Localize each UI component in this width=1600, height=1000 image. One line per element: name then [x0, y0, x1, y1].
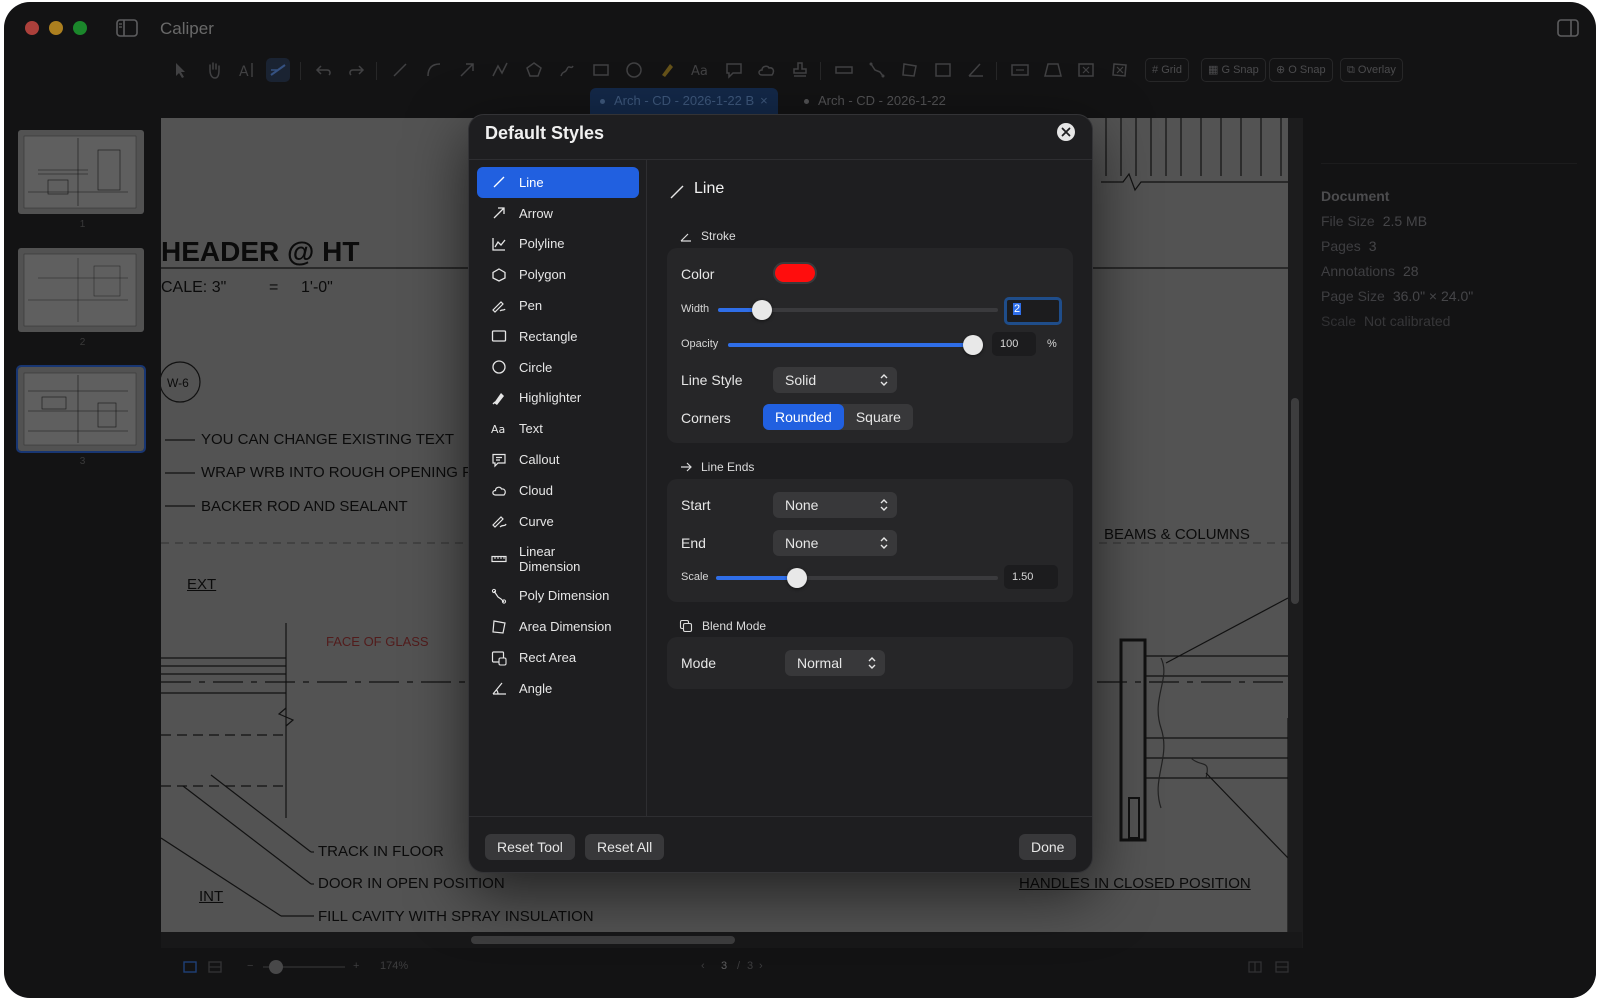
reset-tool-button[interactable]: Reset Tool [485, 834, 575, 860]
corners-label: Corners [681, 410, 731, 426]
tool-item-callout[interactable]: Callout [477, 444, 639, 475]
width-label: Width [681, 303, 710, 315]
tool-item-pen[interactable]: Pen [477, 290, 639, 321]
blend-mode-select[interactable]: Normal [785, 650, 885, 676]
linear-dimension-icon [491, 555, 507, 562]
pen-icon [492, 300, 506, 313]
close-icon [1061, 127, 1071, 137]
scale-slider[interactable] [716, 568, 998, 588]
line-style-label: Line Style [681, 372, 743, 388]
polyline-icon [492, 237, 506, 251]
width-slider-knob[interactable] [751, 300, 772, 320]
scale-label: Scale [681, 571, 709, 583]
tool-item-area-dimension[interactable]: Area Dimension [477, 611, 639, 642]
color-label: Color [681, 266, 715, 282]
arrow-right-icon [681, 462, 692, 472]
scale-slider-fill [716, 576, 797, 580]
stroke-icon [680, 233, 691, 242]
circle-icon [492, 360, 506, 374]
dialog-close-button[interactable] [1057, 123, 1075, 141]
opacity-field[interactable]: 100 [992, 332, 1036, 356]
tool-item-curve[interactable]: Curve [477, 506, 639, 537]
opacity-label: Opacity [681, 338, 719, 350]
chevron-updown-icon [868, 657, 876, 669]
color-well[interactable] [773, 262, 817, 284]
opacity-slider[interactable] [728, 335, 983, 355]
tool-item-polygon[interactable]: Polygon [477, 259, 639, 290]
end-label: End [681, 535, 706, 551]
line-icon [670, 185, 684, 199]
rectangle-icon [491, 330, 507, 343]
stroke-section: Color Width 2 Opacity 100 % Line Style S… [667, 248, 1073, 443]
tool-item-angle[interactable]: Angle [477, 673, 639, 704]
end-select[interactable]: None [773, 530, 897, 556]
chevron-updown-icon [880, 537, 888, 549]
width-field[interactable]: 2 [1004, 297, 1062, 325]
tool-item-cloud[interactable]: Cloud [477, 475, 639, 506]
reset-all-button[interactable]: Reset All [585, 834, 665, 860]
curve-icon [492, 516, 507, 529]
highlighter-icon [492, 392, 504, 405]
tool-item-circle[interactable]: Circle [477, 352, 639, 383]
panel-title: Line [694, 180, 725, 197]
line-ends-section: Start None End None Scale 1.50 [667, 479, 1073, 602]
start-label: Start [681, 497, 711, 513]
callout-icon [492, 453, 506, 468]
arrow-icon [493, 207, 505, 219]
chevron-updown-icon [880, 499, 888, 511]
start-select[interactable]: None [773, 492, 897, 518]
angle-icon [492, 682, 506, 695]
line-style-select[interactable]: Solid [773, 367, 897, 393]
line-icon [493, 176, 505, 188]
blend-mode-icon [679, 619, 693, 633]
stroke-heading: Stroke [701, 229, 736, 243]
mode-label: Mode [681, 655, 717, 671]
cloud-icon [492, 486, 506, 496]
tool-item-poly-dimension[interactable]: Poly Dimension [477, 581, 639, 612]
done-button[interactable]: Done [1019, 834, 1077, 860]
opacity-unit: % [1047, 338, 1057, 350]
line-ends-heading: Line Ends [701, 460, 755, 474]
rect-area-icon [491, 650, 507, 666]
tool-item-polyline[interactable]: Polyline [477, 229, 639, 260]
opacity-slider-knob[interactable] [963, 335, 983, 355]
dialog-title: Default Styles [485, 123, 605, 143]
svg-text:Aa: Aa [491, 423, 505, 436]
text-icon: Aa [491, 423, 505, 436]
tool-item-rect-area[interactable]: Rect Area [477, 642, 639, 673]
tool-item-rectangle[interactable]: Rectangle [477, 321, 639, 352]
tool-item-highlighter[interactable]: Highlighter [477, 383, 639, 414]
tool-item-linear-dimension[interactable]: Linear Dimension [477, 537, 639, 581]
polygon-icon [492, 268, 506, 282]
tool-item-line[interactable]: Line [477, 167, 639, 198]
tool-item-text[interactable]: Aa Text [477, 413, 639, 444]
blend-mode-section: Mode Normal [667, 637, 1073, 689]
chevron-updown-icon [880, 374, 888, 386]
tool-list: Line Arrow Polyline Polygon Pen Rectangl… [477, 167, 639, 704]
default-styles-dialog: Default Styles Line Arrow Polyline Polyg… [468, 114, 1093, 873]
width-slider[interactable] [718, 300, 998, 320]
corners-square-option[interactable]: Square [844, 404, 913, 430]
corners-rounded-option[interactable]: Rounded [763, 404, 844, 430]
area-dimension-icon [492, 620, 506, 634]
corners-segmented-control: Rounded Square [763, 404, 913, 430]
poly-dimension-icon [491, 588, 507, 604]
scale-field[interactable]: 1.50 [1004, 565, 1058, 589]
opacity-slider-fill [728, 343, 973, 347]
tool-item-arrow[interactable]: Arrow [477, 198, 639, 229]
blend-mode-heading: Blend Mode [702, 619, 767, 633]
scale-slider-knob[interactable] [786, 568, 807, 588]
